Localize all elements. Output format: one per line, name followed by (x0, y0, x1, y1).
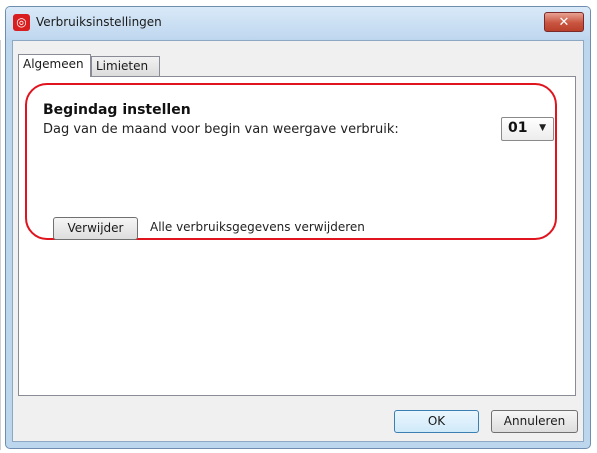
start-day-label: Dag van de maand voor begin van weergave… (43, 122, 399, 137)
tab-panel-algemeen: Begindag instellen Dag van de maand voor… (18, 76, 576, 396)
start-day-value: 01 (508, 120, 528, 136)
title-bar[interactable]: ◎ Verbruiksinstellingen ✕ (6, 7, 590, 39)
delete-button[interactable]: Verwijder (53, 217, 138, 240)
delete-description: Alle verbruiksgegevens verwijderen (150, 220, 365, 234)
close-button[interactable]: ✕ (544, 12, 584, 32)
tab-algemeen[interactable]: Algemeen (18, 54, 91, 77)
cancel-button[interactable]: Annuleren (491, 410, 578, 433)
ok-button[interactable]: OK (394, 410, 479, 433)
vodafone-icon: ◎ (13, 14, 30, 31)
window-title: Verbruiksinstellingen (36, 15, 162, 29)
dialog-body: Algemeen Limieten Begindag instellen Dag… (12, 40, 584, 442)
chevron-down-icon: ▼ (539, 123, 546, 133)
tab-limieten[interactable]: Limieten (91, 56, 160, 76)
settings-dialog: ◎ Verbruiksinstellingen ✕ Algemeen Limie… (5, 6, 591, 449)
start-day-select[interactable]: 01 ▼ (501, 117, 554, 141)
section-title: Begindag instellen (43, 102, 191, 118)
close-icon: ✕ (558, 15, 570, 30)
background-line (0, 40, 1, 450)
